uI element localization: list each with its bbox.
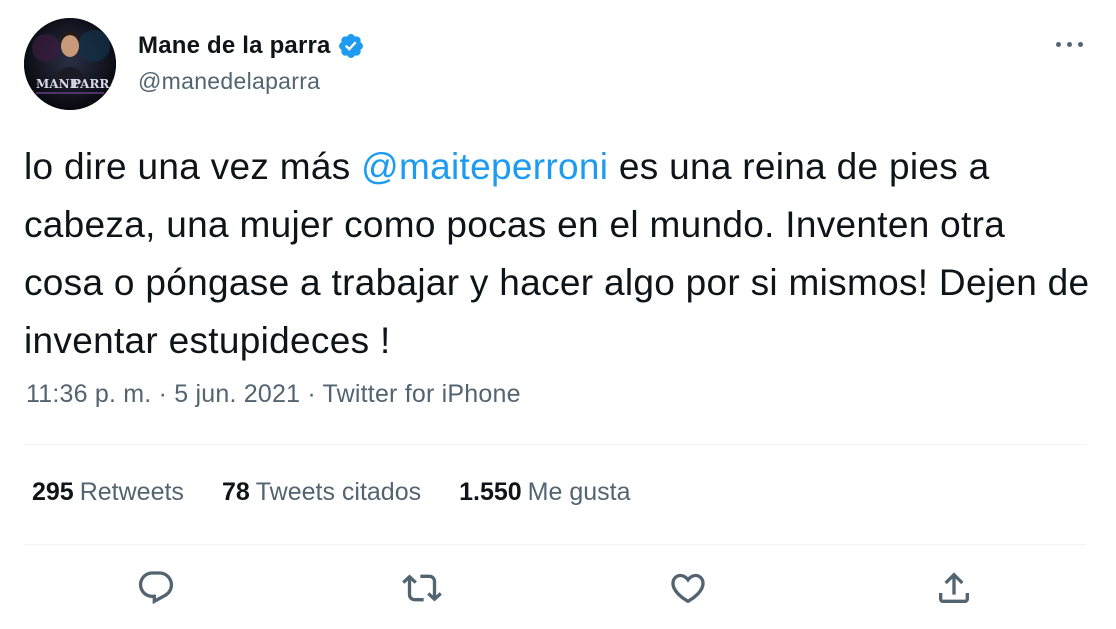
likes-count: 1.550 — [459, 478, 522, 506]
tweet-header: MANE PARRA Mane de la parra @manedelapar… — [24, 18, 1094, 110]
retweet-icon[interactable] — [400, 566, 444, 610]
divider — [24, 544, 1086, 545]
display-name[interactable]: Mane de la parra — [138, 32, 331, 60]
like-icon[interactable] — [666, 566, 710, 610]
tweet-card: MANE PARRA Mane de la parra @manedelapar… — [0, 0, 1116, 629]
engagement-stats: 295 Retweets 78 Tweets citados 1.550 Me gus… — [32, 478, 669, 507]
quotes-stat[interactable]: 78 Tweets citados — [222, 478, 421, 507]
tweet-metadata: 11:36 p. m. · 5 jun. 2021 · Twitter for … — [26, 380, 521, 409]
quotes-count: 78 — [221, 478, 250, 506]
avatar[interactable]: MANE PARRA — [24, 18, 116, 110]
more-options-icon[interactable] — [1052, 38, 1088, 52]
mention-link[interactable]: @maiteperroni — [361, 146, 608, 187]
share-icon[interactable] — [932, 566, 976, 610]
tweet-time[interactable]: 11:36 p. m. — [26, 380, 151, 408]
svg-text:PARRA: PARRA — [72, 77, 116, 91]
likes-label: Me gusta — [527, 478, 631, 506]
author-identity[interactable]: Mane de la parra @manedelaparra — [138, 30, 365, 95]
tweet-text: lo dire una vez más @maiteperroni es una… — [24, 138, 1094, 370]
retweets-count: 295 — [32, 478, 74, 506]
reply-icon[interactable] — [134, 566, 178, 610]
likes-stat[interactable]: 1.550 Me gusta — [459, 478, 630, 507]
tweet-source[interactable]: Twitter for iPhone — [323, 380, 521, 408]
retweets-label: Retweets — [79, 478, 184, 506]
quotes-label: Tweets citados — [255, 478, 422, 506]
meta-separator: · — [151, 380, 175, 408]
retweets-stat[interactable]: 295 Retweets — [32, 478, 184, 507]
verified-badge-icon — [337, 32, 365, 60]
action-bar — [0, 566, 1116, 614]
tweet-text-part: lo dire una vez más — [24, 146, 362, 187]
tweet-date[interactable]: 5 jun. 2021 — [174, 380, 300, 408]
author-handle[interactable]: @manedelaparra — [138, 68, 365, 95]
meta-separator: · — [300, 380, 323, 408]
divider — [24, 444, 1086, 445]
